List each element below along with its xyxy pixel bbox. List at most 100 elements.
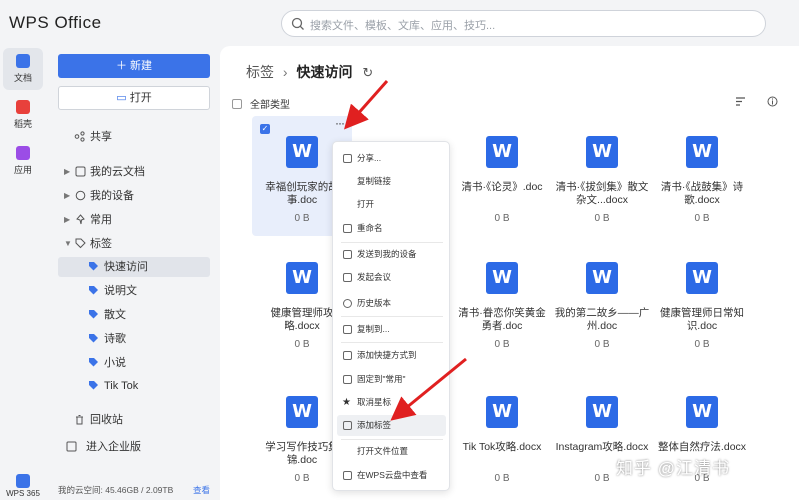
menu-item-send-to-device[interactable]: 发送到我的设备 (337, 244, 446, 265)
word-doc-icon: W (586, 262, 618, 294)
sort-icon[interactable] (735, 96, 746, 107)
breadcrumb-root[interactable]: 标签 (246, 64, 274, 80)
file-size: 0 B (494, 473, 510, 484)
word-doc-icon: W (286, 136, 318, 168)
trash-icon (76, 415, 83, 425)
file-checkbox[interactable]: ✓ (260, 124, 270, 134)
menu-item-label: 复制链接 (357, 176, 392, 186)
device-icon (75, 190, 86, 201)
file-card[interactable]: W 清书·《战鼓集》诗歌.docx 0 B (652, 116, 752, 236)
file-card[interactable]: W 清书·《拔剑集》散文杂文...docx 0 B (552, 116, 652, 236)
file-size: 0 B (494, 213, 510, 224)
sidebar-item-frequent[interactable]: ▶ 常用 (58, 210, 210, 230)
menu-item-label: 分享... (357, 153, 382, 163)
search-box[interactable]: 搜索文件、模板、文库、应用、技巧... (281, 10, 766, 37)
sidebar-item-my-devices[interactable]: ▶ 我的设备 (58, 186, 210, 206)
storage-view-link[interactable]: 查看 (193, 484, 210, 496)
select-all-checkbox[interactable] (232, 99, 242, 109)
caret-down-icon: ▼ (64, 239, 72, 248)
type-filter[interactable]: 全部类型 (232, 96, 290, 111)
menu-item-add-shortcut[interactable]: 添加快捷方式到 (337, 345, 446, 366)
file-card[interactable]: W 清书·眷恋你笑黄金勇者.doc 0 B (452, 242, 552, 362)
menu-item-label: 历史版本 (357, 298, 392, 308)
sidebar-item-expository[interactable]: 说明文 (58, 281, 210, 301)
cloud-icon (343, 471, 352, 480)
file-size: 0 B (594, 213, 610, 224)
menu-item-add-tag[interactable]: 添加标签 (337, 415, 446, 436)
menu-item-start-meeting[interactable]: 发起会议 (337, 267, 446, 288)
sidebar-item-share[interactable]: 共享 (58, 127, 210, 147)
menu-item-share[interactable]: 分享... (337, 148, 446, 169)
menu-item-label: 在WPS云盘中查看 (357, 470, 428, 480)
file-size: 0 B (694, 213, 710, 224)
word-doc-icon: W (586, 136, 618, 168)
sidebar-item-tiktok[interactable]: Tik Tok (58, 376, 210, 396)
caret-right-icon: ▶ (64, 167, 71, 176)
rail-item-apps[interactable]: 应用 (3, 140, 43, 182)
menu-item-label: 发送到我的设备 (357, 249, 417, 259)
word-doc-icon: W (686, 262, 718, 294)
more-options-icon[interactable]: ··· (335, 116, 345, 130)
file-name: 清书·《拔剑集》散文杂文...docx (555, 181, 649, 206)
rail-item-wps365[interactable]: WPS 365 (3, 472, 43, 500)
file-card[interactable]: W 清书·《论灵》.doc 0 B (452, 116, 552, 236)
tag-icon (343, 421, 352, 430)
file-card[interactable]: W 我的第二故乡——广州.doc 0 B (552, 242, 652, 362)
menu-item-label: 添加快捷方式到 (357, 350, 417, 360)
menu-item-open-location[interactable]: 打开文件位置 (337, 441, 446, 462)
sidebar-item-quick-access[interactable]: 快速访问 (58, 257, 210, 277)
app-rail: 文档 稻壳 应用 WPS 365 (0, 46, 46, 500)
file-card[interactable]: W 健康管理师日常知识.doc 0 B (652, 242, 752, 362)
sidebar-item-prose[interactable]: 散文 (58, 305, 210, 325)
sidebar-item-recycle-bin[interactable]: 回收站 (58, 410, 210, 430)
sidebar-item-cloud-docs[interactable]: ▶ 我的云文档 (58, 162, 210, 182)
info-icon[interactable] (767, 96, 778, 107)
sidebar-item-label: 散文 (104, 309, 126, 321)
sidebar-item-label: 常用 (90, 214, 112, 226)
sidebar-item-label: 共享 (90, 131, 112, 143)
file-name: 清书·《论灵》.doc (461, 181, 543, 193)
rail-item-docer[interactable]: 稻壳 (3, 94, 43, 136)
tag-icon (89, 286, 98, 295)
menu-item-rename[interactable]: 重命名 (337, 218, 446, 239)
file-size: 0 B (494, 339, 510, 350)
tag-icon (89, 358, 98, 367)
menu-item-copy-link[interactable]: 复制链接 (337, 171, 446, 192)
open-button[interactable]: ▭ 打开 (58, 86, 210, 110)
tag-icon (75, 238, 86, 249)
pin-icon (76, 214, 85, 225)
sidebar-item-poetry[interactable]: 诗歌 (58, 329, 210, 349)
sidebar-item-novel[interactable]: 小说 (58, 353, 210, 373)
menu-item-pin-frequent[interactable]: 固定到"常用" (337, 369, 446, 390)
sidebar-item-label: Tik Tok (104, 380, 139, 392)
rail-label: 稻壳 (13, 119, 32, 129)
history-icon (343, 299, 352, 308)
storage-info: 我的云空间: 45.46GB / 2.09TB 查看 (58, 484, 210, 496)
share-icon (74, 131, 85, 142)
caret-right-icon: ▶ (64, 191, 71, 200)
menu-item-open[interactable]: 打开 (337, 194, 446, 215)
menu-item-history[interactable]: 历史版本 (337, 293, 446, 314)
refresh-icon[interactable]: ↻ (362, 65, 373, 80)
docer-icon (16, 100, 30, 114)
file-card[interactable]: W Tik Tok攻略.docx 0 B (452, 376, 552, 496)
sidebar-item-enterprise[interactable]: 进入企业版 (58, 437, 210, 457)
word-doc-icon: W (486, 136, 518, 168)
cloud-icon (75, 166, 86, 177)
sidebar-item-label: 小说 (104, 357, 126, 369)
menu-item-view-in-cloud[interactable]: 在WPS云盘中查看 (337, 465, 446, 486)
context-menu: 分享... 复制链接 打开 重命名 发送到我的设备 发起会议 历史版本 复制到.… (332, 141, 450, 491)
menu-item-label: 添加标签 (357, 420, 392, 430)
rail-item-documents[interactable]: 文档 (3, 48, 43, 90)
apps-icon (16, 146, 30, 160)
file-name: Tik Tok攻略.docx (462, 441, 542, 453)
plus-icon: ＋ (115, 60, 131, 72)
sidebar-item-tags[interactable]: ▼ 标签 (58, 234, 210, 254)
word-doc-icon: W (686, 136, 718, 168)
menu-item-unstar[interactable]: ★ 取消星标 (337, 392, 446, 413)
sidebar-item-label: 我的云文档 (90, 166, 145, 178)
word-doc-icon: W (286, 262, 318, 294)
menu-item-copy-to[interactable]: 复制到... (337, 319, 446, 340)
tag-icon (89, 262, 98, 271)
new-button[interactable]: ＋ 新建 (58, 54, 210, 78)
